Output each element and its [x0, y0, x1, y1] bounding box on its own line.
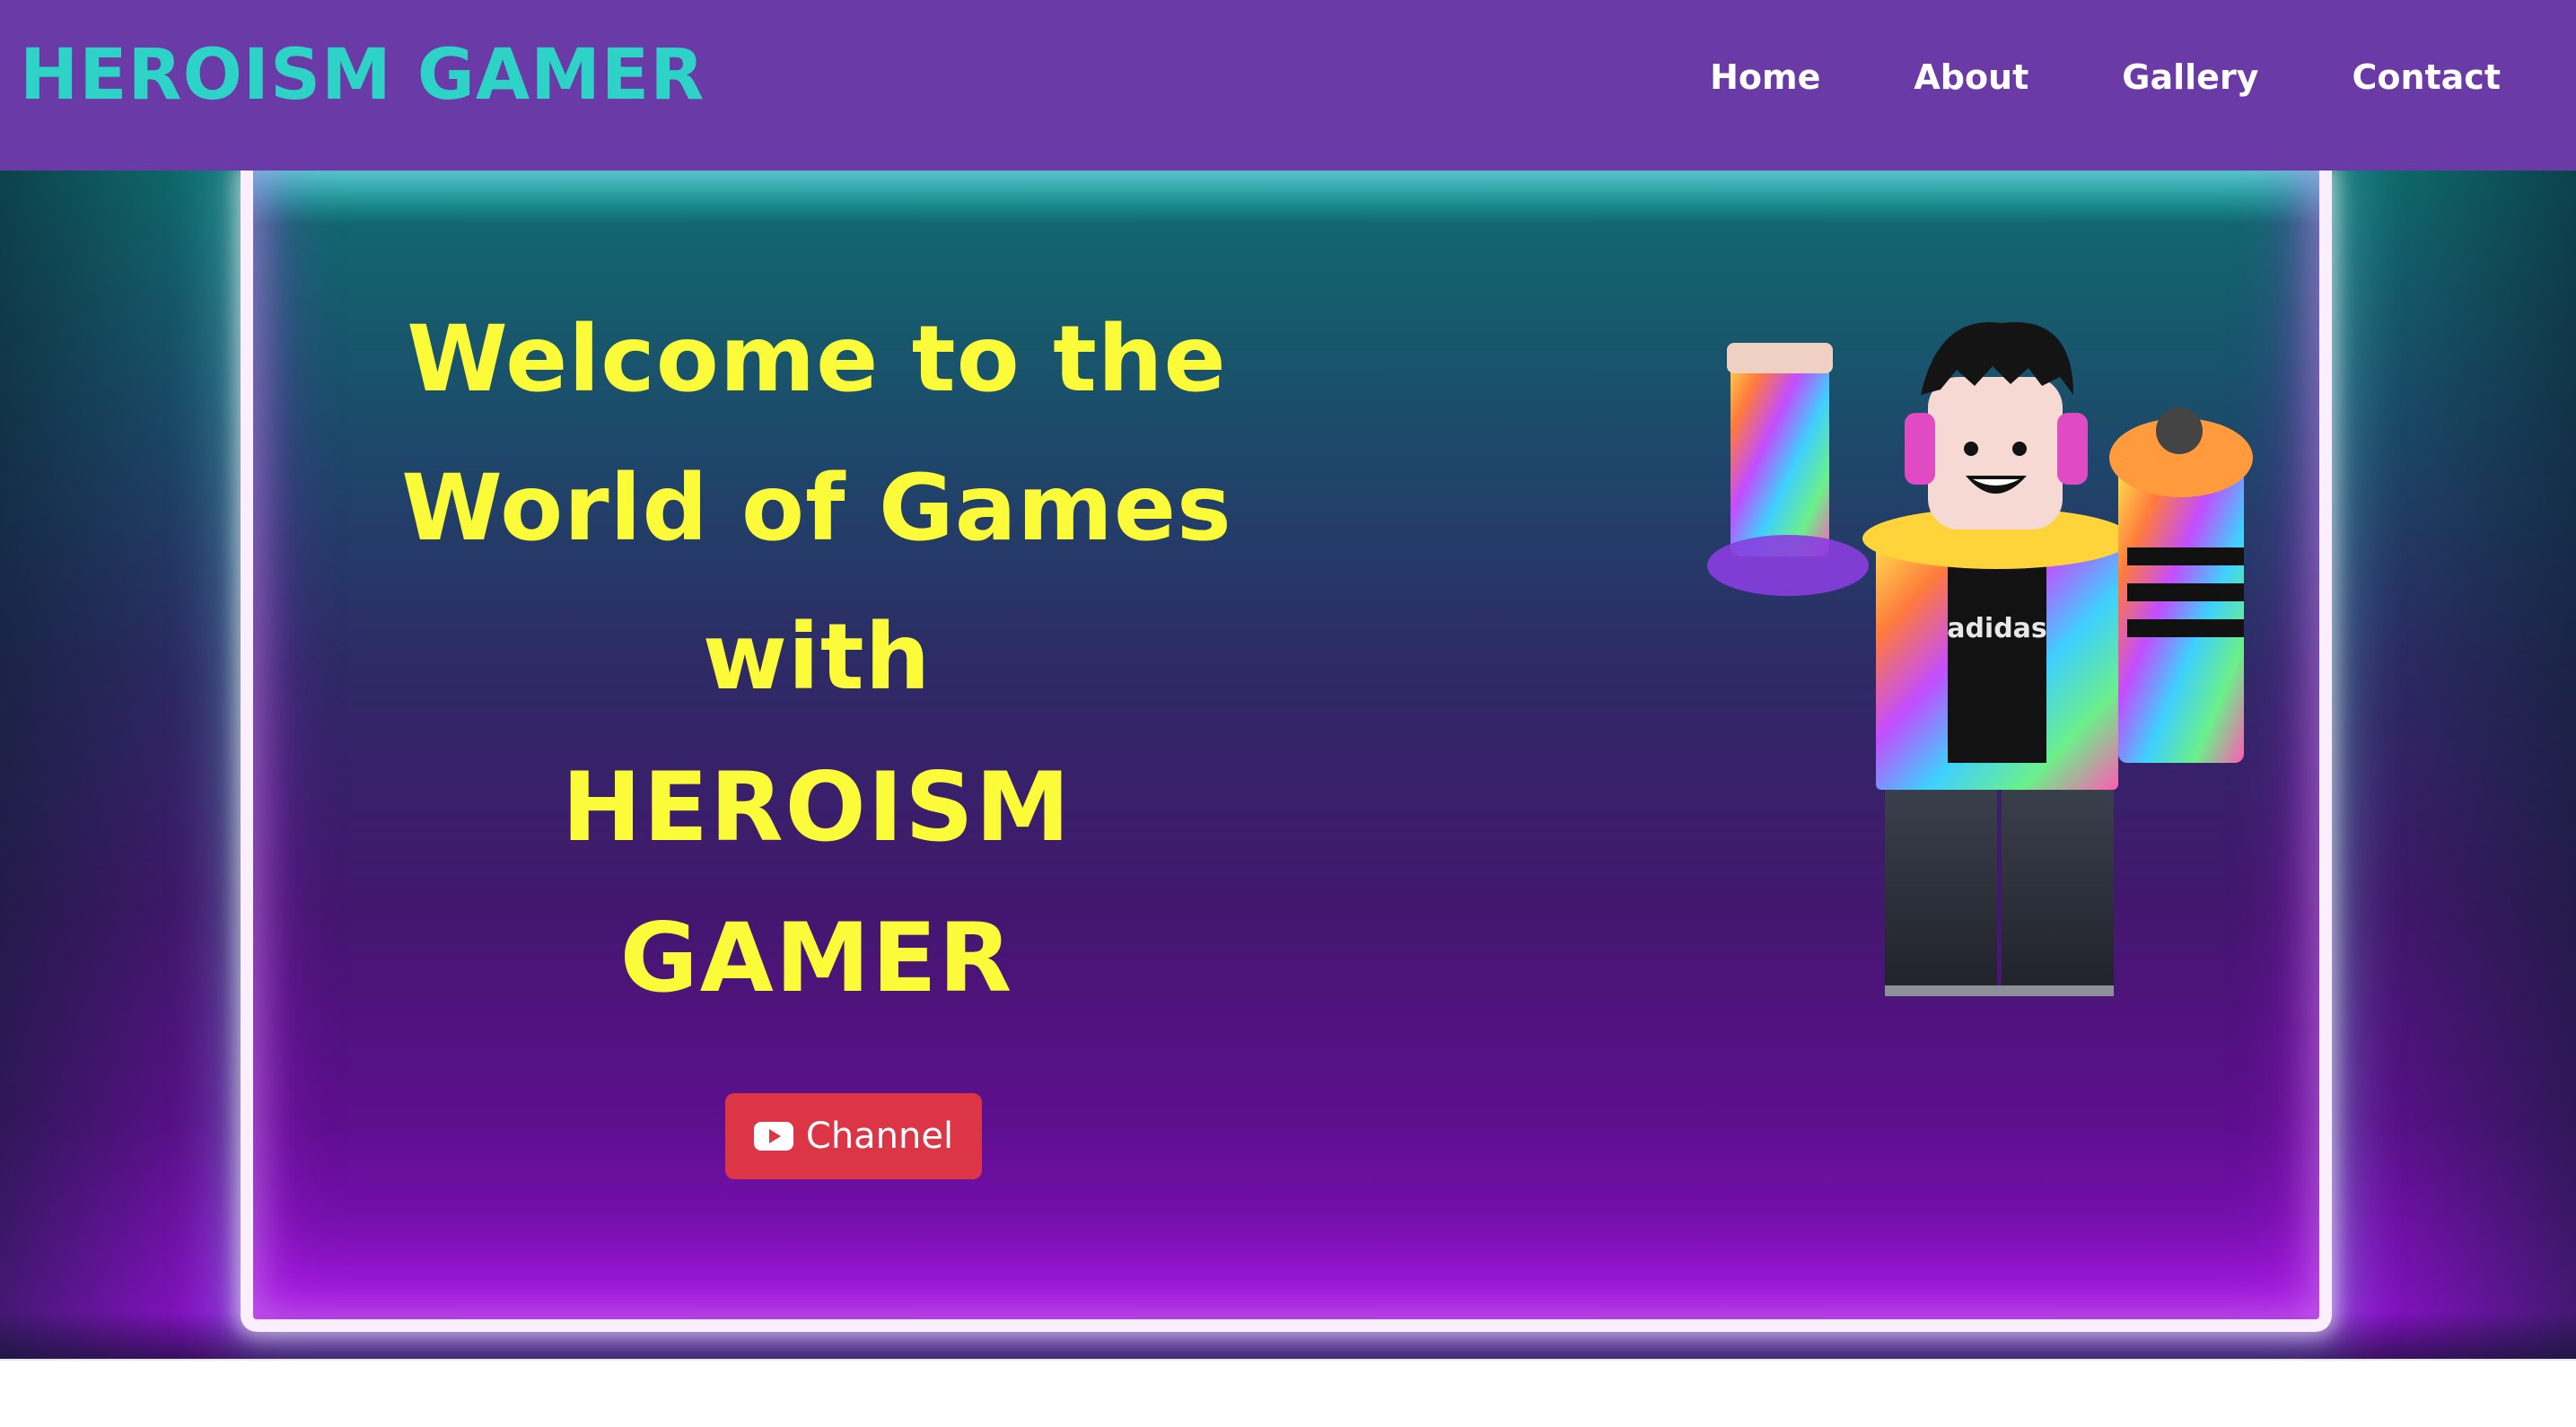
hero-heading-line-3: with	[702, 604, 932, 711]
hero-heading-line-1: Welcome to the	[407, 306, 1227, 413]
hero-shade-left	[0, 171, 206, 1359]
brand-logo[interactable]: HEROISM GAMER	[20, 32, 705, 118]
hero-name-line-1: HEROISM	[561, 752, 1073, 862]
nav-menu: Home About Gallery Contact	[1710, 50, 2501, 104]
hero-shade-right	[2370, 171, 2576, 1359]
youtube-icon	[753, 1122, 793, 1151]
hero-name-line-2: GAMER	[619, 903, 1014, 1013]
nav-link-gallery[interactable]: Gallery	[2122, 50, 2258, 104]
hero-section: Welcome to the World of Games with HEROI…	[0, 171, 2576, 1359]
channel-button-label: Channel	[805, 1116, 954, 1157]
channel-button[interactable]: Channel	[725, 1093, 982, 1179]
hero-heading: Welcome to the World of Games with HEROI…	[341, 285, 1292, 1034]
navbar: HEROISM GAMER Home About Gallery Contact	[0, 0, 2576, 171]
nav-link-contact[interactable]: Contact	[2352, 50, 2501, 104]
hero-heading-line-2: World of Games	[401, 455, 1232, 562]
svg-text:adidas: adidas	[1947, 613, 2047, 644]
page-bottom-strip	[0, 1359, 2576, 1427]
nav-link-about[interactable]: About	[1914, 50, 2028, 104]
roblox-avatar-image: adidas	[1707, 322, 2253, 996]
nav-link-home[interactable]: Home	[1710, 50, 1820, 104]
